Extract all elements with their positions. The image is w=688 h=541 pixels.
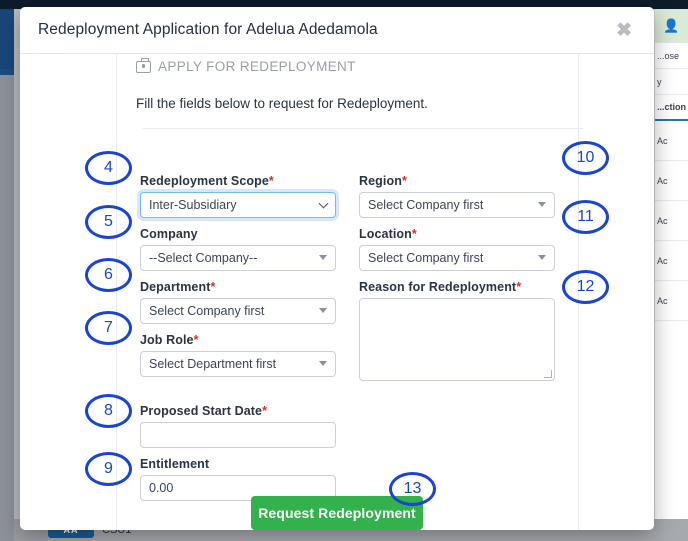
caret-down-icon (538, 255, 546, 260)
caret-down-icon (319, 255, 327, 260)
required-marker: * (412, 227, 417, 241)
table-row[interactable]: Ac (655, 281, 688, 321)
table-row[interactable]: Ac (655, 201, 688, 241)
chevron-down-icon (319, 199, 329, 209)
divider (143, 128, 583, 129)
field-region: Region* Select Company first (359, 174, 559, 218)
label-redeployment-scope: Redeployment Scope* (140, 174, 340, 188)
redeployment-scope-value: Inter-Subsidiary (149, 198, 237, 212)
field-job-role: Job Role* Select Department first (140, 333, 340, 377)
label-company: Company (140, 227, 340, 241)
entitlement-value: 0.00 (149, 481, 173, 495)
background-sidebar-lower (0, 75, 14, 541)
label-entitlement: Entitlement (140, 457, 340, 471)
form-column-right: Region* Select Company first Location* S… (359, 174, 559, 510)
field-redeployment-scope: Redeployment Scope* Inter-Subsidiary (140, 174, 340, 218)
table-header-action: ...ction (655, 95, 688, 121)
redeployment-modal: Redeployment Application for Adelua Aded… (20, 7, 654, 530)
job-role-select[interactable]: Select Department first (140, 351, 336, 377)
screen: 👤 ...ose y ...ction Ac Ac Ac Ac Ac AA CS… (0, 0, 688, 541)
field-company: Company --Select Company-- (140, 227, 340, 271)
modal-header: Redeployment Application for Adelua Aded… (20, 7, 654, 54)
job-role-value: Select Department first (149, 357, 276, 371)
label-job-role: Job Role* (140, 333, 340, 347)
field-department: Department* Select Company first (140, 280, 340, 324)
required-marker: * (402, 174, 407, 188)
proposed-start-date-input[interactable] (140, 422, 336, 448)
avatar: 👤 (655, 9, 688, 43)
submit-row: Request Redeployment (20, 496, 654, 530)
label-department: Department* (140, 280, 340, 294)
company-select[interactable]: --Select Company-- (140, 245, 336, 271)
table-row[interactable]: Ac (655, 121, 688, 161)
form-column-left: Redeployment Scope* Inter-Subsidiary Com… (140, 174, 340, 510)
location-value: Select Company first (368, 251, 483, 265)
location-select[interactable]: Select Company first (359, 245, 555, 271)
table-row[interactable]: Ac (655, 161, 688, 201)
modal-body: APPLY FOR REDEPLOYMENT Fill the fields b… (20, 54, 654, 530)
department-select[interactable]: Select Company first (140, 298, 336, 324)
region-select[interactable]: Select Company first (359, 192, 555, 218)
caret-down-icon (538, 202, 546, 207)
label-proposed-start-date: Proposed Start Date* (140, 404, 340, 418)
department-value: Select Company first (149, 304, 264, 318)
required-marker: * (262, 404, 267, 418)
request-redeployment-button[interactable]: Request Redeployment (251, 496, 423, 530)
region-value: Select Company first (368, 198, 483, 212)
table-cell-by: y (655, 69, 688, 95)
close-icon[interactable]: ✖ (612, 21, 636, 40)
redeployment-scope-select[interactable]: Inter-Subsidiary (140, 192, 336, 218)
caret-down-icon (319, 308, 327, 313)
required-marker: * (194, 333, 199, 347)
redeployment-form: Redeployment Scope* Inter-Subsidiary Com… (20, 174, 654, 510)
required-marker: * (210, 280, 215, 294)
required-marker: * (269, 174, 274, 188)
briefcase-icon (136, 61, 151, 73)
label-region: Region* (359, 174, 559, 188)
label-reason-for-redeployment: Reason for Redeployment* (359, 280, 559, 294)
label-location: Location* (359, 227, 559, 241)
caret-down-icon (319, 361, 327, 366)
reason-for-redeployment-textarea[interactable] (359, 298, 555, 381)
field-proposed-start-date: Proposed Start Date* (140, 404, 340, 448)
field-reason-for-redeployment: Reason for Redeployment* (359, 280, 559, 381)
required-marker: * (516, 280, 521, 294)
modal-title: Redeployment Application for Adelua Aded… (38, 21, 612, 39)
background-sidebar-accent (0, 9, 14, 69)
field-entitlement: Entitlement 0.00 (140, 457, 340, 501)
section-heading-label: APPLY FOR REDEPLOYMENT (158, 59, 356, 74)
background-data-table[interactable]: 👤 ...ose y ...ction Ac Ac Ac Ac Ac (654, 9, 688, 541)
person-icon: 👤 (663, 19, 679, 32)
table-row[interactable]: Ac (655, 241, 688, 281)
table-cell-purpose: ...ose (655, 43, 688, 69)
company-value: --Select Company-- (149, 251, 257, 265)
field-location: Location* Select Company first (359, 227, 559, 271)
